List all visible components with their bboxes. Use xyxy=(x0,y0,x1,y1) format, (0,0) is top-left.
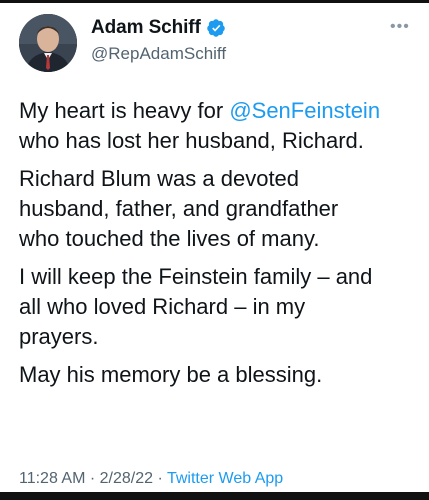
tweet-text: My heart is heavy for @SenFeinstein who … xyxy=(19,96,419,398)
tweet-paragraph-4: May his memory be a blessing. xyxy=(19,362,323,387)
tweet-paragraph-2: Richard Blum was a devoted husband, fath… xyxy=(19,166,339,251)
meta-separator: · xyxy=(85,470,100,487)
author-name[interactable]: Adam Schiff xyxy=(91,17,201,39)
tweet-paragraph-1-start: My heart is heavy for xyxy=(19,98,230,123)
tweet-date[interactable]: 2/28/22 xyxy=(100,470,153,487)
author-name-row: Adam Schiff xyxy=(91,17,226,39)
avatar[interactable] xyxy=(19,14,77,72)
tweet-metadata: 11:28 AM · 2/28/22 · Twitter Web App xyxy=(19,470,283,488)
meta-separator: · xyxy=(153,470,167,487)
tweet-paragraph-1-end: who has lost her husband, Richard. xyxy=(19,128,364,153)
verified-badge-icon xyxy=(206,18,226,38)
author-handle[interactable]: @RepAdamSchiff xyxy=(91,44,226,64)
more-options-icon[interactable]: ••• xyxy=(390,18,410,36)
top-edge xyxy=(0,0,429,3)
tweet-source-app[interactable]: Twitter Web App xyxy=(167,470,283,487)
tweet-paragraph-3: I will keep the Feinstein family – and a… xyxy=(19,264,373,349)
avatar-image xyxy=(19,14,77,72)
tweet-time[interactable]: 11:28 AM xyxy=(19,470,85,487)
tweet-paragraph-1: My heart is heavy for @SenFeinstein who … xyxy=(19,96,419,156)
mention-link[interactable]: @SenFeinstein xyxy=(229,98,380,123)
bottom-edge xyxy=(0,492,429,500)
